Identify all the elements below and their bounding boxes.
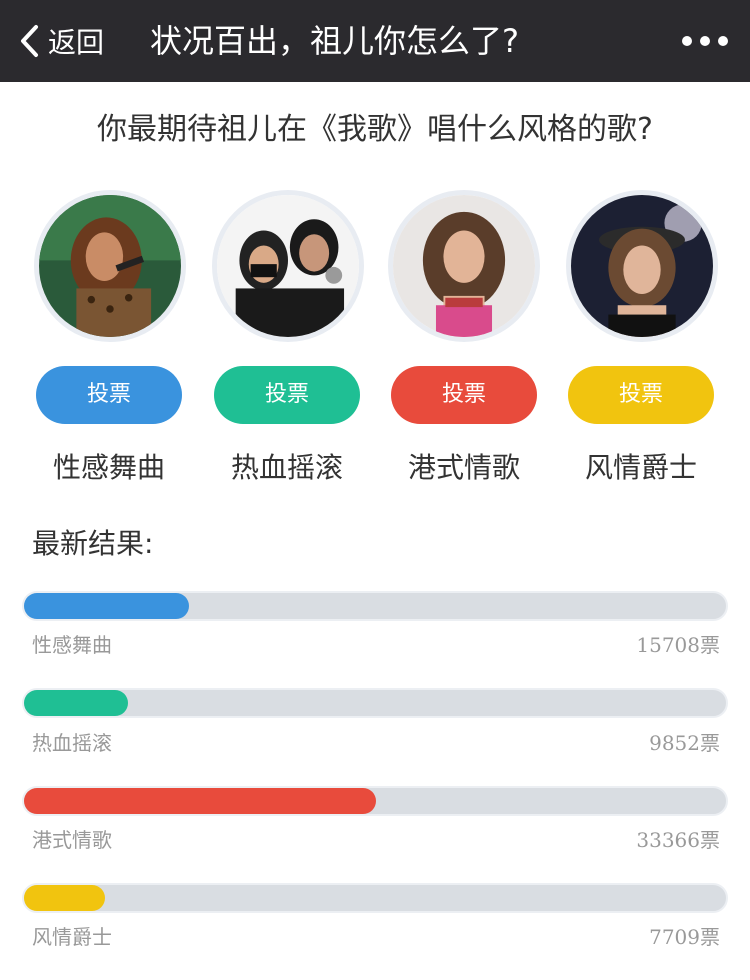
result-bar-fill: [24, 690, 128, 716]
vote-button-option-1[interactable]: 投票: [36, 366, 182, 424]
dot: [700, 36, 710, 46]
more-menu-icon[interactable]: [682, 28, 728, 54]
option-label: 风情爵士: [584, 451, 697, 484]
result-name: 港式情歌: [32, 828, 112, 852]
result-name: 热血摇滚: [32, 731, 112, 755]
page-title: 状况百出，祖儿你怎么了?: [150, 22, 519, 60]
result-bar-track: [22, 883, 728, 913]
vote-button-option-3[interactable]: 投票: [391, 366, 537, 424]
result-count: 9852票: [649, 731, 720, 755]
result-bar-fill: [24, 885, 106, 911]
result-count: 33366票: [636, 828, 720, 852]
back-label: 返回: [48, 26, 105, 59]
result-count: 7709票: [649, 925, 720, 949]
result-name: 风情爵士: [32, 925, 112, 949]
option-photo-2: [212, 190, 364, 342]
result-bar-fill: [24, 593, 190, 619]
result-bar-track: [22, 786, 728, 816]
option-label: 港式情歌: [407, 451, 520, 484]
option-photo-3: [388, 190, 540, 342]
result-bar-fill: [24, 788, 376, 814]
option-label: 性感舞曲: [52, 451, 165, 484]
result-bar-track: [22, 591, 728, 621]
result-count: 15708票: [636, 633, 720, 657]
nav-bar: 返回 状况百出，祖儿你怎么了?: [0, 0, 750, 82]
results-title: 最新结果:: [32, 527, 154, 560]
vote-button-option-2[interactable]: 投票: [214, 366, 360, 424]
dot: [718, 36, 728, 46]
option-photo-1: [34, 190, 186, 342]
poll-question: 你最期待祖儿在《我歌》唱什么风格的歌?: [97, 112, 653, 147]
option-photo-4: [566, 190, 718, 342]
chevron-left-icon: [21, 25, 38, 57]
result-bar-track: [22, 688, 728, 718]
result-name: 性感舞曲: [32, 633, 112, 657]
back-button[interactable]: 返回: [18, 20, 104, 62]
vote-button-option-4[interactable]: 投票: [568, 366, 714, 424]
dot: [682, 36, 692, 46]
option-label: 热血摇滚: [230, 451, 343, 484]
